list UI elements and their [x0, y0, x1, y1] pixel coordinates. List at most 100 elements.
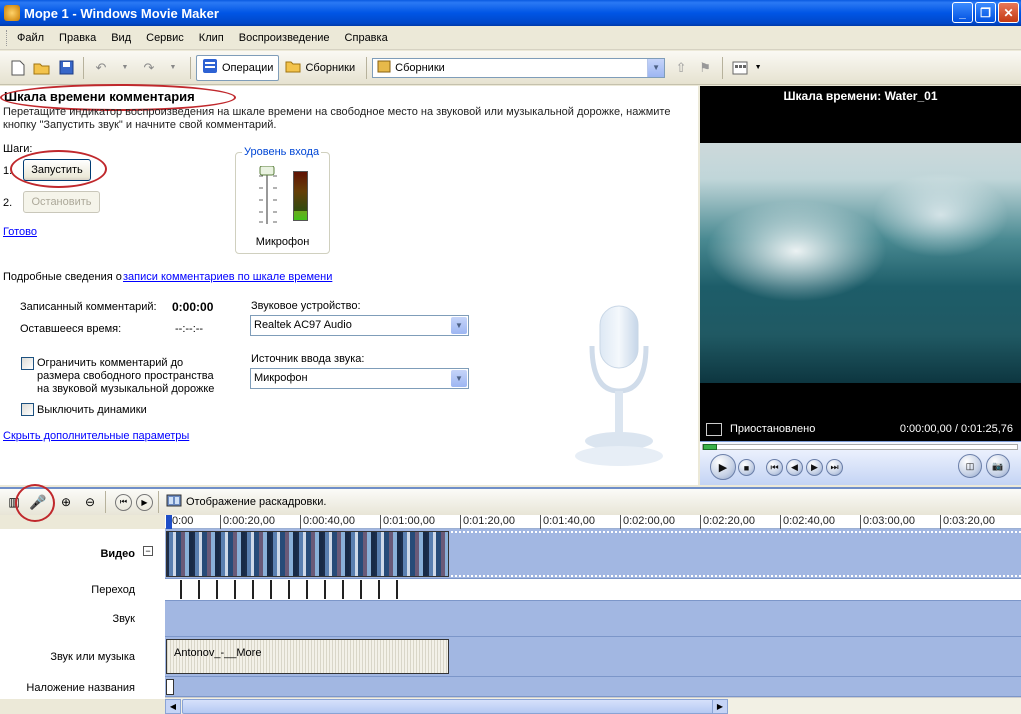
rewind-icon[interactable]: ◀	[786, 459, 803, 476]
zoom-out-icon[interactable]: ⊖	[80, 492, 100, 512]
mute-speakers-checkbox[interactable]	[21, 403, 34, 416]
input-level-group: Уровень входа Микрофон	[235, 146, 331, 254]
play-button-icon[interactable]: ▶	[710, 454, 736, 480]
seek-bar[interactable]	[702, 444, 1018, 450]
storyboard-toggle[interactable]: Отображение раскадровки.	[166, 494, 326, 510]
input-source-value: Микрофон	[254, 372, 308, 384]
narration-panel: Шкала времени комментария Перетащите инд…	[0, 84, 698, 485]
seek-thumb[interactable]	[703, 444, 717, 450]
main-toolbar: ↶ ▼ ↷ ▼ Операции Сборники Сборники ▼ ⇧ ⚑…	[0, 51, 1021, 85]
music-track[interactable]: Antonov_-__More	[165, 637, 1021, 677]
scroll-left-icon[interactable]: ◀	[165, 699, 181, 714]
redo-dropdown-icon[interactable]: ▼	[163, 58, 183, 78]
input-level-title: Уровень входа	[242, 146, 322, 158]
collections-combo-value: Сборники	[395, 61, 445, 74]
ruler-tick: 0:03:20,00	[940, 515, 995, 529]
timeline-scrollbar[interactable]: ◀ ▶	[165, 697, 1021, 714]
preview-status: Приостановлено	[730, 423, 816, 435]
ruler-tick: 0:01:20,00	[460, 515, 515, 529]
storyboard-label: Отображение раскадровки.	[186, 496, 327, 508]
redo-icon[interactable]: ↷	[139, 58, 159, 78]
narrate-highlight-oval	[15, 484, 55, 522]
undo-icon[interactable]: ↶	[91, 58, 111, 78]
details-link[interactable]: записи комментариев по шкале времени	[123, 271, 332, 283]
menu-clip[interactable]: Клип	[199, 32, 224, 44]
hide-options-link[interactable]: Скрыть дополнительные параметры	[3, 430, 189, 442]
operations-toggle[interactable]: Операции	[196, 54, 280, 81]
mute-speakers-label: Выключить динамики	[37, 404, 147, 416]
narration-description: Перетащите индикатор воспроизведения на …	[3, 106, 671, 131]
collections-combo[interactable]: Сборники ▼	[372, 57, 666, 78]
collections-toggle[interactable]: Сборники	[279, 55, 361, 81]
zoom-in-icon[interactable]: ⊕	[56, 492, 76, 512]
toolbar-separator	[722, 56, 724, 79]
scroll-right-icon[interactable]: ▶	[712, 699, 728, 714]
microphone-label: Микрофон	[255, 236, 310, 248]
ruler-tick: 0:00:40,00	[300, 515, 355, 529]
next-frame-icon[interactable]: ⏭	[826, 459, 843, 476]
toolbar-separator	[83, 56, 84, 79]
chevron-down-icon[interactable]: ▼	[647, 58, 665, 77]
menu-edit[interactable]: Правка	[59, 32, 96, 44]
menu-grip	[6, 29, 9, 46]
video-clips-strip[interactable]	[166, 531, 449, 577]
video-empty-region	[451, 531, 1021, 577]
transition-track[interactable]	[165, 579, 1021, 601]
details-prefix: Подробные сведения о	[3, 271, 122, 283]
playhead-marker[interactable]	[166, 515, 172, 529]
menu-playback[interactable]: Воспроизведение	[239, 32, 330, 44]
scroll-thumb[interactable]	[182, 699, 727, 714]
transition-track-label: Переход	[91, 584, 135, 596]
new-collection-folder-icon[interactable]: ⚑	[695, 58, 715, 78]
window-title: Море 1 - Windows Movie Maker	[24, 5, 219, 21]
toolbar-separator	[158, 491, 159, 513]
maximize-button[interactable]: ❐	[975, 2, 996, 23]
audio-track[interactable]	[165, 601, 1021, 637]
save-project-icon[interactable]	[56, 58, 76, 78]
split-clip-icon[interactable]: ◫	[958, 454, 982, 478]
rewind-timeline-icon[interactable]: ⏮	[115, 493, 132, 511]
play-timeline-icon[interactable]: ▶	[136, 493, 153, 511]
stop-narration-button[interactable]: Остановить	[23, 191, 100, 213]
limit-narration-checkbox[interactable]	[21, 357, 34, 370]
audio-device-select[interactable]: Realtek AC97 Audio ▼	[250, 315, 469, 336]
preview-time: 0:00:00,00 / 0:01:25,76	[899, 423, 1013, 435]
menu-tools[interactable]: Сервис	[146, 32, 184, 44]
chevron-down-icon[interactable]: ▼	[451, 370, 467, 387]
ruler-tick: 0:00	[169, 515, 193, 529]
operations-label: Операции	[222, 61, 274, 74]
stop-button-icon[interactable]: ■	[738, 459, 755, 476]
forward-icon[interactable]: ▶	[806, 459, 823, 476]
preview-monitor: Шкала времени: Water_01 Приостановлено 0…	[700, 86, 1021, 485]
input-level-slider[interactable]	[251, 166, 331, 231]
minimize-button[interactable]: _	[952, 2, 973, 23]
open-project-icon[interactable]	[32, 58, 52, 78]
input-source-select[interactable]: Микрофон ▼	[250, 368, 469, 389]
step2-number: 2.	[3, 197, 13, 209]
app-icon	[4, 5, 20, 21]
snapshot-camera-icon[interactable]: 📷	[986, 454, 1010, 478]
views-dropdown-icon[interactable]: ▼	[754, 58, 762, 78]
title-overlay-track[interactable]	[165, 677, 1021, 697]
new-project-icon[interactable]	[8, 58, 28, 78]
collection-up-icon[interactable]: ⇧	[671, 58, 691, 78]
collapse-video-toggle[interactable]: −	[143, 546, 153, 556]
time-ruler[interactable]: 0:00 0:00:20,00 0:00:40,00 0:01:00,00 0:…	[165, 515, 1021, 529]
views-icon[interactable]	[730, 58, 750, 78]
menu-view[interactable]: Вид	[111, 32, 131, 44]
chevron-down-icon[interactable]: ▼	[451, 317, 467, 334]
remaining-value: --:--:--	[175, 323, 204, 335]
close-button[interactable]: ✕	[998, 2, 1019, 23]
ruler-tick: 0:02:00,00	[620, 515, 675, 529]
menu-help[interactable]: Справка	[345, 32, 388, 44]
done-link[interactable]: Готово	[3, 226, 37, 238]
menu-file[interactable]: Файл	[17, 32, 44, 44]
music-track-label: Звук или музыка	[50, 651, 135, 663]
fullscreen-icon[interactable]	[706, 422, 722, 436]
ruler-tick: 0:02:40,00	[780, 515, 835, 529]
previous-frame-icon[interactable]: ⏮	[766, 459, 783, 476]
video-track[interactable]	[165, 529, 1021, 579]
undo-dropdown-icon[interactable]: ▼	[115, 58, 135, 78]
collections-combo-icon	[377, 60, 391, 76]
music-clip[interactable]: Antonov_-__More	[166, 639, 449, 674]
